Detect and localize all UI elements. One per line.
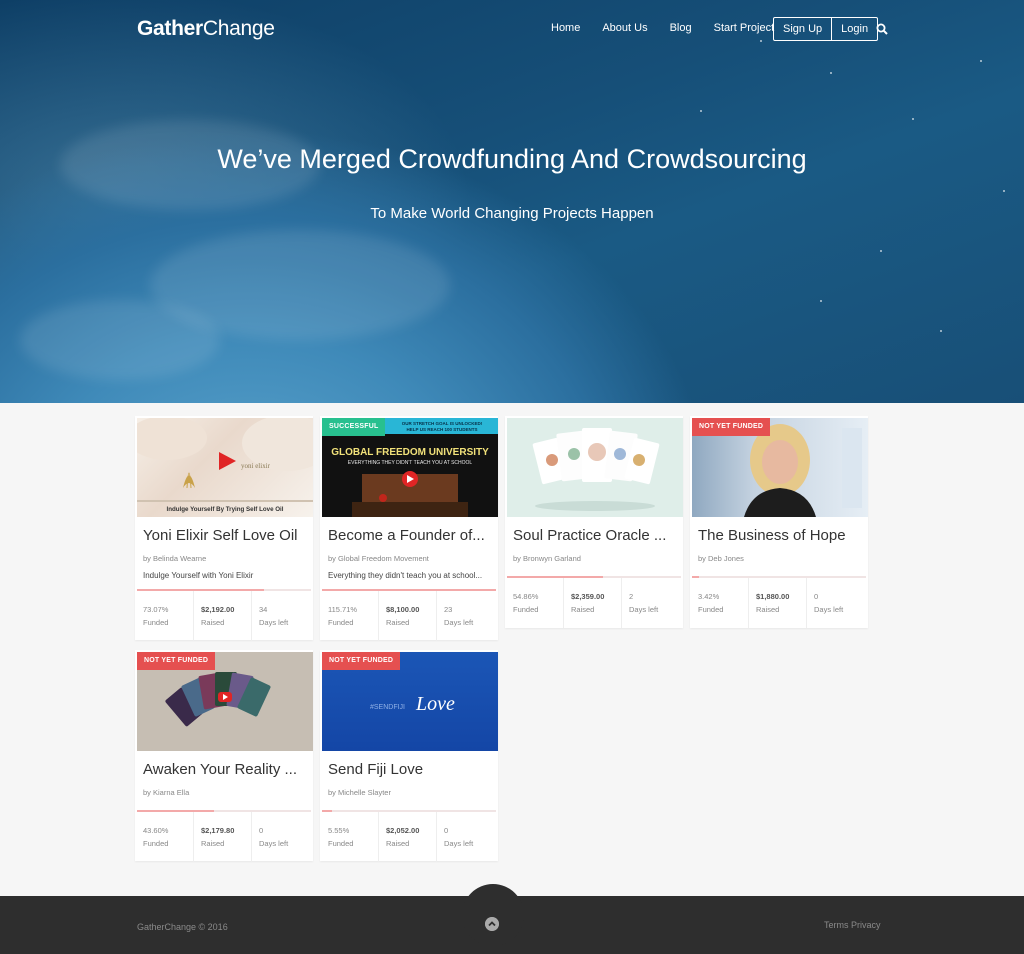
- stat-days-left: 2 Days left: [621, 578, 658, 628]
- project-card[interactable]: NOT YET FUNDED Awaken Your Reality ... b…: [135, 650, 313, 862]
- project-card[interactable]: NOT YET FUNDED The Business of Hope by D…: [690, 416, 868, 628]
- sign-up-button[interactable]: Sign Up: [774, 18, 831, 40]
- project-thumbnail[interactable]: NOT YET FUNDED: [137, 652, 313, 751]
- project-title[interactable]: Become a Founder of...: [328, 527, 493, 544]
- status-badge: NOT YET FUNDED: [137, 652, 216, 670]
- project-stats: 73.07% Funded $2,192.00 Raised 34 Days left: [135, 591, 313, 641]
- project-author: by Bronwyn Garland: [513, 554, 581, 563]
- status-badge: NOT YET FUNDED: [692, 418, 771, 436]
- stat-raised: $2,359.00 Raised: [563, 578, 604, 628]
- scroll-to-top-icon[interactable]: [485, 917, 499, 931]
- nav-links: Home About Us Blog Start Project: [551, 22, 796, 34]
- search-icon[interactable]: [876, 23, 888, 35]
- stat-funded: 43.60% Funded: [143, 826, 169, 848]
- project-thumbnail[interactable]: OUR STRETCH GOAL IS UNLOCKED! HELP US RE…: [322, 418, 498, 517]
- project-card[interactable]: Soul Practice Oracle ... by Bronwyn Garl…: [505, 416, 683, 628]
- project-thumbnail[interactable]: yoni elixir Indulge Yourself By Trying S…: [137, 418, 313, 517]
- svg-text:EVERYTHING THEY DIDN'T TEACH Y: EVERYTHING THEY DIDN'T TEACH YOU AT SCHO…: [348, 460, 473, 466]
- stat-days-left: 0 Days left: [806, 578, 843, 628]
- copyright-text: GatherChange © 2016: [137, 922, 228, 932]
- project-author: by Deb Jones: [698, 554, 744, 563]
- project-stats: 3.42% Funded $1,880.00 Raised 0 Days left: [690, 578, 868, 628]
- login-button[interactable]: Login: [831, 18, 877, 40]
- project-author: by Kiarna Ella: [143, 788, 190, 797]
- top-nav: GatherChange Home About Us Blog Start Pr…: [0, 0, 1024, 60]
- svg-text:yoni elixir: yoni elixir: [241, 462, 271, 470]
- footer-links: Terms Privacy: [824, 920, 881, 930]
- project-thumbnail[interactable]: [507, 418, 683, 517]
- project-card[interactable]: OUR STRETCH GOAL IS UNLOCKED! HELP US RE…: [320, 416, 498, 641]
- stat-days-left: 34 Days left: [251, 591, 288, 641]
- site-logo[interactable]: GatherChange: [137, 17, 275, 41]
- project-title[interactable]: The Business of Hope: [698, 527, 863, 544]
- hero-subtitle: To Make World Changing Projects Happen: [370, 205, 654, 222]
- footer-bump: [462, 884, 524, 946]
- nav-blog[interactable]: Blog: [670, 22, 692, 34]
- oracle-cards-art: [532, 428, 660, 511]
- svg-text:OUR STRETCH GOAL IS UNLOCKED!: OUR STRETCH GOAL IS UNLOCKED!: [402, 421, 483, 426]
- project-stats: 43.60% Funded $2,179.80 Raised 0 Days left: [135, 812, 313, 862]
- project-author: by Global Freedom Movement: [328, 554, 429, 563]
- svg-text:Love: Love: [415, 693, 455, 715]
- stat-days-left: 0 Days left: [251, 812, 288, 862]
- status-badge: SUCCESSFUL: [322, 418, 386, 436]
- project-card[interactable]: #SENDFIJI Love NOT YET FUNDED Send Fiji …: [320, 650, 498, 862]
- stat-days-left: 23 Days left: [436, 591, 473, 641]
- project-stats: 115.71% Funded $8,100.00 Raised 23 Days lef…: [320, 591, 498, 641]
- stat-raised: $2,192.00 Raised: [193, 591, 234, 641]
- project-description: Indulge Yourself with Yoni Elixir: [143, 571, 254, 580]
- project-card[interactable]: yoni elixir Indulge Yourself By Trying S…: [135, 416, 313, 641]
- status-badge: NOT YET FUNDED: [322, 652, 401, 670]
- project-description: Everything they didn't teach you at scho…: [328, 571, 483, 580]
- project-author: by Belinda Wearne: [143, 554, 207, 563]
- stat-funded: 115.71% Funded: [328, 605, 358, 627]
- terms-link[interactable]: Terms: [824, 920, 849, 930]
- privacy-link[interactable]: Privacy: [851, 920, 881, 930]
- stat-raised: $1,880.00 Raised: [748, 578, 789, 628]
- stat-raised: $2,179.80 Raised: [193, 812, 234, 862]
- svg-text:HELP US REACH 100 STUDENTS: HELP US REACH 100 STUDENTS: [407, 427, 478, 432]
- stat-raised: $8,100.00 Raised: [378, 591, 419, 641]
- project-title[interactable]: Awaken Your Reality ...: [143, 761, 308, 778]
- project-title[interactable]: Soul Practice Oracle ...: [513, 527, 678, 544]
- hero-title: We’ve Merged Crowdfunding And Crowdsourc…: [217, 144, 807, 174]
- earth-cloud: [20, 300, 220, 380]
- project-author: by Michelle Slayter: [328, 788, 391, 797]
- project-title[interactable]: Yoni Elixir Self Love Oil: [143, 527, 308, 544]
- stat-funded: 5.55% Funded: [328, 826, 354, 848]
- svg-text:Indulge Yourself By Trying Sel: Indulge Yourself By Trying Self Love Oil: [166, 506, 283, 513]
- auth-buttons: Sign Up Login: [773, 17, 879, 41]
- svg-text:GLOBAL FREEDOM UNIVERSITY: GLOBAL FREEDOM UNIVERSITY: [331, 447, 489, 458]
- nav-about-us[interactable]: About Us: [602, 22, 647, 34]
- stat-funded: 3.42% Funded: [698, 592, 724, 614]
- footer: GatherChange © 2016 Terms Privacy: [0, 884, 1024, 954]
- project-stats: 5.55% Funded $2,052.00 Raised 0 Days left: [320, 812, 498, 862]
- project-thumbnail[interactable]: NOT YET FUNDED: [692, 418, 868, 517]
- nav-start-project[interactable]: Start Project: [714, 22, 775, 34]
- yoni-thumbnail-art: yoni elixir Indulge Yourself By Trying S…: [137, 418, 313, 513]
- project-thumbnail[interactable]: #SENDFIJI Love NOT YET FUNDED: [322, 652, 498, 751]
- project-title[interactable]: Send Fiji Love: [328, 761, 493, 778]
- stat-days-left: 0 Days left: [436, 812, 473, 862]
- stat-funded: 73.07% Funded: [143, 605, 169, 627]
- svg-text:#SENDFIJI: #SENDFIJI: [370, 704, 405, 711]
- stat-raised: $2,052.00 Raised: [378, 812, 419, 862]
- hero-banner: GatherChange Home About Us Blog Start Pr…: [0, 0, 1024, 403]
- project-stats: 54.86% Funded $2,359.00 Raised 2 Days left: [505, 578, 683, 628]
- stat-funded: 54.86% Funded: [513, 592, 539, 614]
- nav-home[interactable]: Home: [551, 22, 580, 34]
